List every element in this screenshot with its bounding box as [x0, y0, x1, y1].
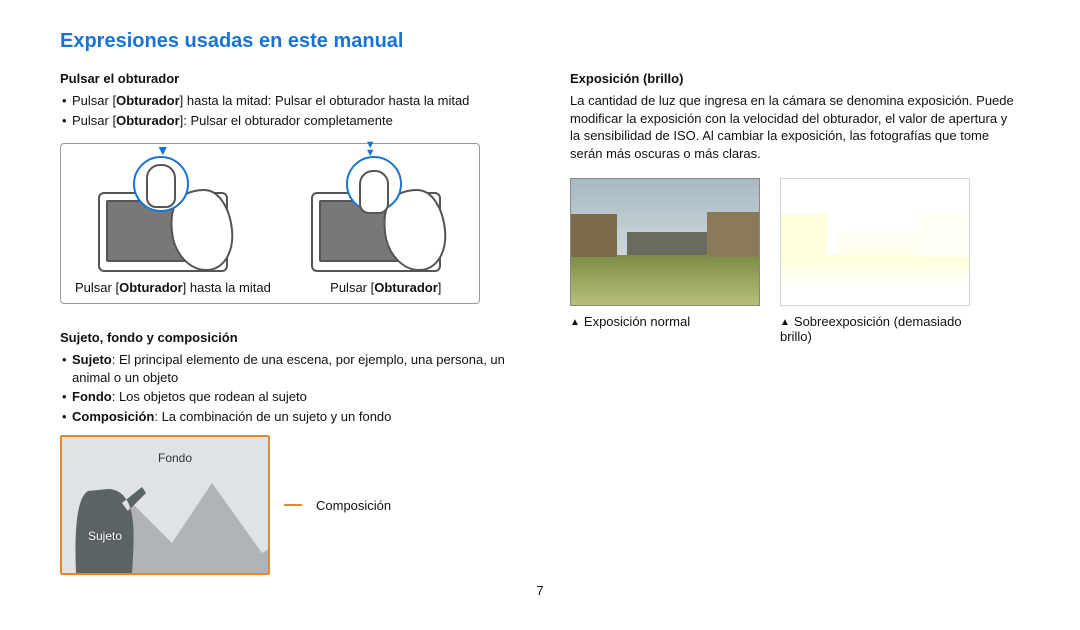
page-number: 7	[60, 583, 1020, 598]
camera-full-press-illustration: ▼▼	[311, 156, 461, 276]
person-silhouette-icon	[72, 463, 152, 573]
arrow-down-icon: ▼	[156, 142, 170, 158]
triangle-up-icon: ▲	[780, 317, 790, 328]
subject-bullet-1: Sujeto: El principal elemento de una esc…	[62, 351, 510, 386]
page-title: Expresiones usadas en este manual	[60, 30, 1020, 53]
double-arrow-down-icon: ▼▼	[365, 142, 376, 157]
shutter-full-press-figure: ▼▼ Pulsar [Obturador]	[311, 156, 461, 295]
subject-bullet-2: Fondo: Los objetos que rodean al sujeto	[62, 388, 510, 406]
exposure-paragraph: La cantidad de luz que ingresa en la cám…	[570, 92, 1020, 162]
exposure-over-caption: ▲Sobreexposición (demasiado brillo)	[780, 314, 970, 344]
exposure-normal-figure: ▲Exposición normal	[570, 178, 760, 344]
shutter-half-caption: Pulsar [Obturador] hasta la mitad	[75, 280, 271, 295]
subject-bullet-3: Composición: La combinación de un sujeto…	[62, 408, 510, 426]
manual-page: Expresiones usadas en este manual Pulsar…	[0, 0, 1080, 608]
composition-label: Composición	[316, 498, 391, 513]
subject-heading: Sujeto, fondo y composición	[60, 330, 510, 345]
two-column-layout: Pulsar el obturador Pulsar [Obturador] h…	[60, 71, 1020, 575]
triangle-up-icon: ▲	[570, 317, 580, 328]
shutter-half-press-figure: ▼ Pulsar [Obturador] hasta la mitad	[75, 156, 271, 295]
composition-figure: Fondo Sujeto	[60, 435, 270, 575]
shutter-figure-box: ▼ Pulsar [Obturador] hasta la mitad	[60, 143, 480, 304]
shutter-bullet-1: Pulsar [Obturador] hasta la mitad: Pulsa…	[62, 92, 510, 110]
composition-figure-wrap: Fondo Sujeto Composición	[60, 435, 510, 575]
sample-photo-overexposed	[780, 178, 970, 306]
background-label: Fondo	[158, 451, 192, 465]
left-column: Pulsar el obturador Pulsar [Obturador] h…	[60, 71, 510, 575]
shutter-full-caption: Pulsar [Obturador]	[330, 280, 441, 295]
subject-label: Sujeto	[88, 529, 122, 543]
callout-line	[284, 504, 302, 506]
shutter-bullet-2: Pulsar [Obturador]: Pulsar el obturador …	[62, 112, 510, 130]
camera-half-press-illustration: ▼	[98, 156, 248, 276]
right-column: Exposición (brillo) La cantidad de luz q…	[570, 71, 1020, 575]
subject-bullets: Sujeto: El principal elemento de una esc…	[60, 351, 510, 425]
shutter-bullets: Pulsar [Obturador] hasta la mitad: Pulsa…	[60, 92, 510, 129]
exposure-over-figure: ▲Sobreexposición (demasiado brillo)	[780, 178, 970, 344]
exposure-heading: Exposición (brillo)	[570, 71, 1020, 86]
exposure-samples-row: ▲Exposición normal ▲Sobreexposición (dem…	[570, 178, 1020, 344]
sample-photo-normal	[570, 178, 760, 306]
exposure-normal-caption: ▲Exposición normal	[570, 314, 760, 329]
shutter-heading: Pulsar el obturador	[60, 71, 510, 86]
